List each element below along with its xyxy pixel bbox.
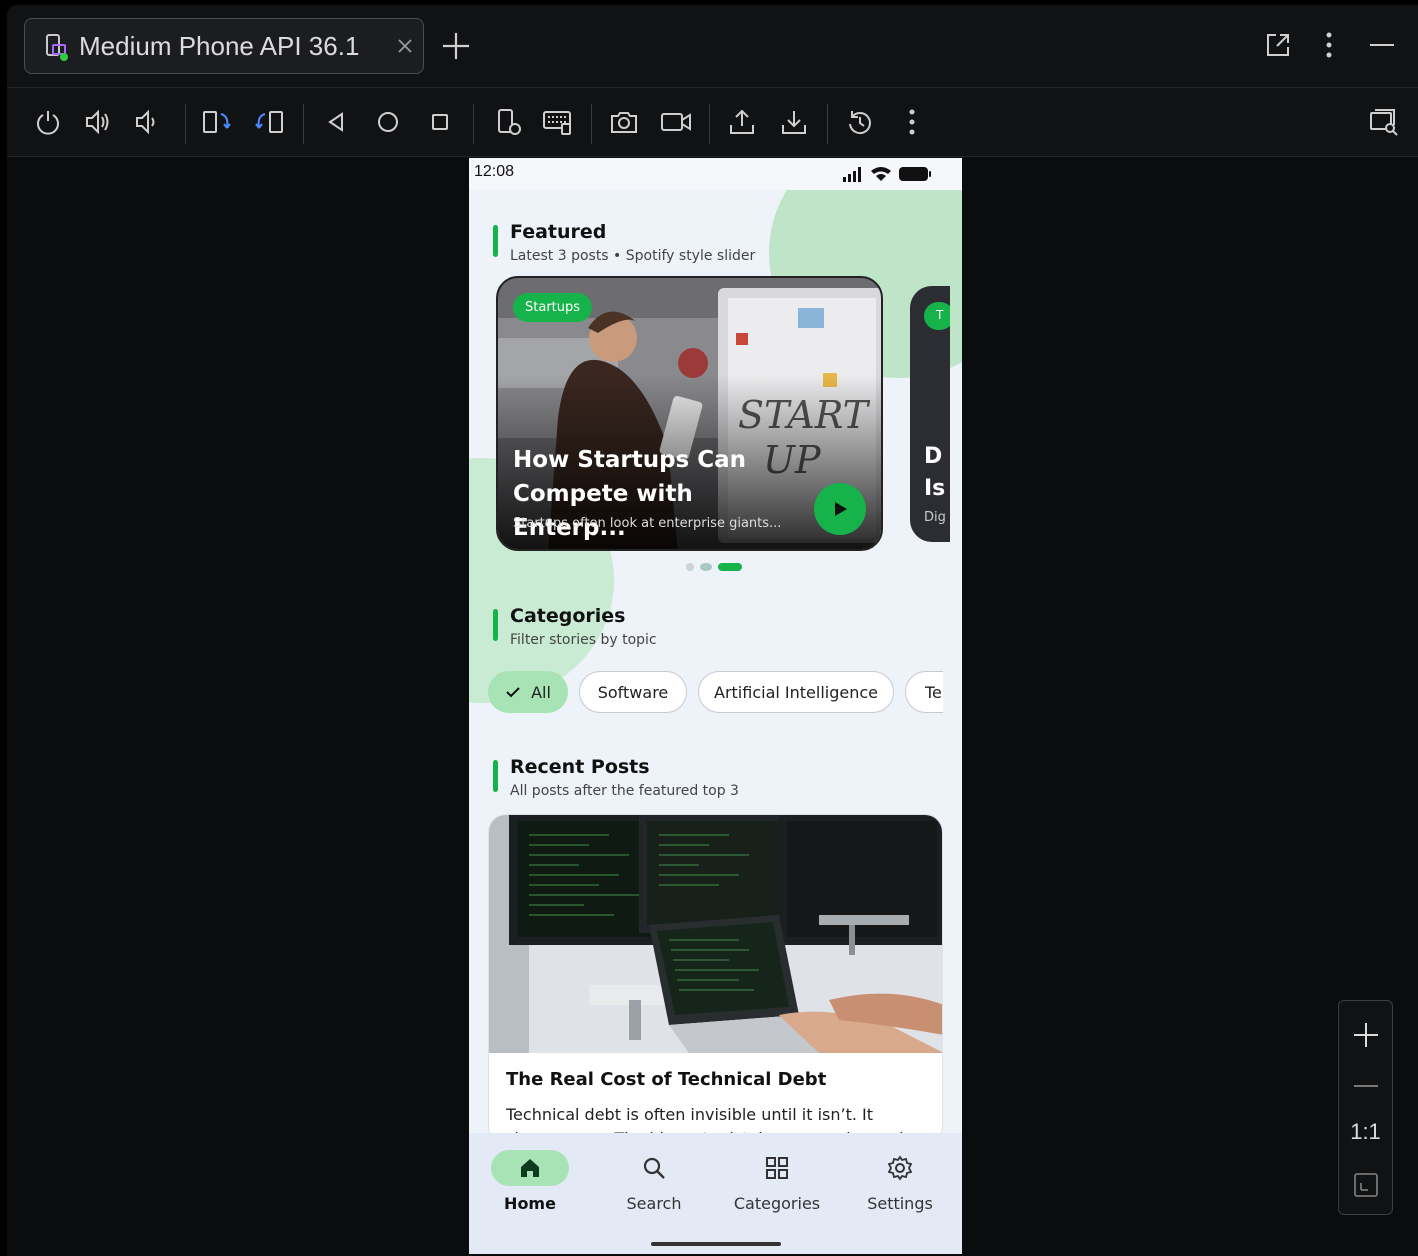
- zoom-in-icon[interactable]: [1347, 1016, 1385, 1054]
- zoom-out-icon[interactable]: [1347, 1067, 1385, 1105]
- slide-dot[interactable]: [700, 563, 712, 571]
- next-card-title-2: Is: [924, 476, 946, 501]
- zoom-controls: 1:1: [1338, 1000, 1393, 1215]
- chip-label: All: [531, 682, 551, 702]
- nav-categories[interactable]: Categories: [722, 1147, 832, 1227]
- volume-down-icon[interactable]: [129, 104, 169, 140]
- wifi-icon: [870, 166, 892, 186]
- home-icon[interactable]: [368, 104, 408, 140]
- next-card-title: D: [924, 444, 943, 469]
- more-vert-icon[interactable]: [1311, 27, 1347, 63]
- section-subtitle: Latest 3 posts • Spotify style slider: [510, 248, 756, 264]
- slider-dots: [686, 563, 742, 571]
- chip-label: Software: [597, 682, 669, 702]
- device-tab[interactable]: Medium Phone API 36.1: [24, 18, 424, 74]
- rotate-right-icon[interactable]: [249, 104, 289, 140]
- gesture-bar[interactable]: [651, 1242, 781, 1246]
- section-subtitle: All posts after the featured top 3: [510, 783, 739, 799]
- post-title: The Real Cost of Technical Debt: [506, 1069, 827, 1090]
- nav-home[interactable]: Home: [475, 1147, 585, 1227]
- post-image: [489, 815, 942, 1053]
- nav-label: Search: [626, 1194, 682, 1213]
- title-bar: Medium Phone API 36.1: [7, 5, 1418, 87]
- section-title: Recent Posts: [510, 756, 650, 778]
- rotate-left-icon[interactable]: [197, 104, 237, 140]
- featured-excerpt: Startups often look at enterprise giants…: [513, 516, 782, 531]
- back-icon[interactable]: [316, 104, 356, 140]
- bottom-navigation: Home Search Categories Settings: [469, 1133, 962, 1254]
- signal-icon: [842, 166, 864, 186]
- zoom-ratio[interactable]: 1:1: [1339, 1119, 1392, 1145]
- keyboard-icon[interactable]: [538, 104, 578, 140]
- emulator-window: Medium Phone API 36.1 12:08 Featured Lat…: [7, 5, 1418, 1256]
- minimize-icon[interactable]: [1364, 27, 1400, 63]
- reset-icon[interactable]: [840, 104, 880, 140]
- emulator-toolbar: [7, 87, 1418, 157]
- slide-dot[interactable]: [686, 563, 694, 571]
- play-icon: [835, 502, 847, 516]
- gear-icon: [861, 1150, 939, 1186]
- nav-search[interactable]: Search: [599, 1147, 709, 1227]
- more-icon[interactable]: [892, 104, 932, 140]
- category-tag: Startups: [513, 293, 593, 322]
- nav-settings[interactable]: Settings: [845, 1147, 955, 1227]
- open-external-icon[interactable]: [1260, 27, 1296, 63]
- chip-all[interactable]: All: [488, 671, 568, 713]
- status-clock: 12:08: [474, 163, 515, 180]
- featured-card[interactable]: START UP Startups How Startups Can Compe…: [496, 276, 883, 551]
- tab-title: Medium Phone API 36.1: [79, 30, 360, 61]
- nav-label: Categories: [733, 1194, 821, 1213]
- fit-screen-icon[interactable]: [1347, 1166, 1385, 1204]
- next-card-excerpt: Dig: [924, 510, 946, 525]
- chip-software[interactable]: Software: [579, 671, 687, 713]
- import-icon[interactable]: [774, 104, 814, 140]
- export-icon[interactable]: [722, 104, 762, 140]
- camera-icon[interactable]: [604, 104, 644, 140]
- section-accent: [493, 760, 498, 792]
- chip-label: Artificial Intelligence: [714, 682, 878, 702]
- device-icon: [43, 33, 69, 61]
- record-icon[interactable]: [656, 104, 696, 140]
- section-accent: [493, 225, 498, 257]
- battery-icon: [898, 166, 932, 186]
- overview-icon[interactable]: [420, 104, 460, 140]
- check-icon: [506, 687, 520, 698]
- chip-artificial-intelligence[interactable]: Artificial Intelligence: [698, 671, 894, 713]
- chip-partial[interactable]: Te: [905, 671, 943, 713]
- close-icon[interactable]: [387, 28, 423, 64]
- add-tab-icon[interactable]: [439, 29, 473, 63]
- post-card[interactable]: The Real Cost of Technical Debt Technica…: [488, 814, 943, 1144]
- section-subtitle: Filter stories by topic: [510, 632, 657, 648]
- slide-dot-active[interactable]: [718, 563, 742, 571]
- phone-screen: 12:08 Featured Latest 3 posts • Spotify …: [469, 158, 962, 1254]
- search-icon: [615, 1150, 693, 1186]
- category-chips: All Software Artificial Intelligence Te: [488, 671, 943, 715]
- device-settings-icon[interactable]: [489, 104, 529, 140]
- play-button[interactable]: [814, 483, 866, 535]
- nav-label: Settings: [867, 1194, 933, 1213]
- nav-label: Home: [504, 1194, 556, 1213]
- next-featured-card[interactable]: T D Is Dig: [910, 286, 950, 542]
- home-nav-icon: [491, 1150, 569, 1186]
- grid-icon: [738, 1150, 816, 1186]
- power-icon[interactable]: [28, 104, 68, 140]
- section-title: Categories: [510, 605, 626, 627]
- inspect-icon[interactable]: [1364, 104, 1404, 140]
- category-tag: T: [924, 302, 950, 330]
- chip-label: Te: [925, 682, 942, 702]
- section-title: Featured: [510, 221, 607, 243]
- status-bar: 12:08: [469, 158, 962, 190]
- section-accent: [493, 609, 498, 641]
- volume-up-icon[interactable]: [79, 104, 119, 140]
